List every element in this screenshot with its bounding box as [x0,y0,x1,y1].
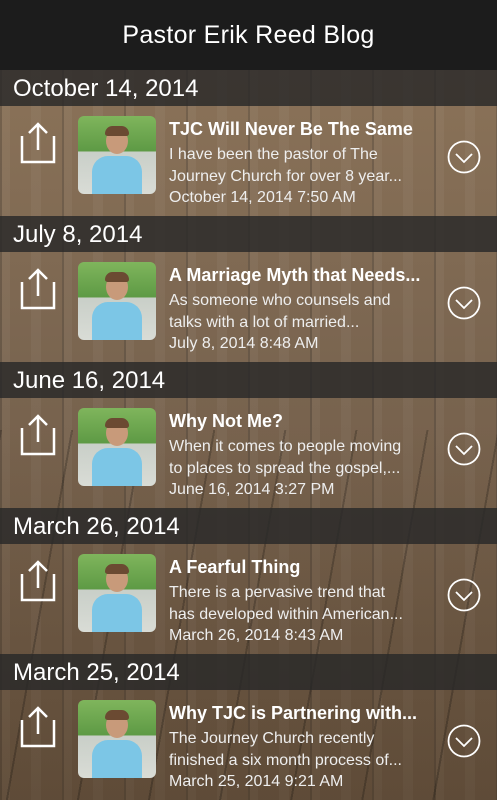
share-icon[interactable] [18,266,58,312]
blog-post-list[interactable]: October 14, 2014 TJC Will Never Be The S… [0,70,497,800]
author-photo [78,262,156,340]
author-photo [78,554,156,632]
post-title[interactable]: A Marriage Myth that Needs... [169,265,434,286]
date-section-header: July 8, 2014 [0,216,497,252]
list-item[interactable]: Why TJC is Partnering with... The Journe… [0,690,497,800]
date-section-header: March 25, 2014 [0,654,497,690]
post-snippet: When it comes to people moving to places… [169,438,402,477]
post-snippet: As someone who counsels and talks with a… [169,292,391,331]
post-title[interactable]: A Fearful Thing [169,557,434,578]
list-item[interactable]: Why Not Me? When it comes to people movi… [0,398,497,508]
post-snippet: The Journey Church recently finished a s… [169,730,402,769]
post-timestamp: March 26, 2014 8:43 AM [169,627,344,644]
author-photo [78,408,156,486]
app-header: Pastor Erik Reed Blog [0,0,497,70]
chevron-down-circle-icon[interactable] [447,724,481,758]
date-section-header: October 14, 2014 [0,70,497,106]
post-timestamp: July 8, 2014 8:48 AM [169,335,319,352]
post-title[interactable]: Why TJC is Partnering with... [169,703,434,724]
post-title[interactable]: Why Not Me? [169,411,434,432]
post-snippet: I have been the pastor of The Journey Ch… [169,146,402,185]
author-photo [78,116,156,194]
list-item[interactable]: A Marriage Myth that Needs... As someone… [0,252,497,362]
share-icon[interactable] [18,558,58,604]
page-title: Pastor Erik Reed Blog [122,20,375,49]
chevron-down-circle-icon[interactable] [447,286,481,320]
post-timestamp: June 16, 2014 3:27 PM [169,481,335,498]
share-icon[interactable] [18,120,58,166]
chevron-down-circle-icon[interactable] [447,578,481,612]
post-timestamp: March 25, 2014 9:21 AM [169,773,344,790]
share-icon[interactable] [18,704,58,750]
date-section-header: June 16, 2014 [0,362,497,398]
share-icon[interactable] [18,412,58,458]
author-photo [78,700,156,778]
list-item[interactable]: A Fearful Thing There is a pervasive tre… [0,544,497,654]
post-title[interactable]: TJC Will Never Be The Same [169,119,434,140]
list-item[interactable]: TJC Will Never Be The Same I have been t… [0,106,497,216]
chevron-down-circle-icon[interactable] [447,432,481,466]
post-timestamp: October 14, 2014 7:50 AM [169,189,356,206]
post-snippet: There is a pervasive trend that has deve… [169,584,403,623]
chevron-down-circle-icon[interactable] [447,140,481,174]
date-section-header: March 26, 2014 [0,508,497,544]
